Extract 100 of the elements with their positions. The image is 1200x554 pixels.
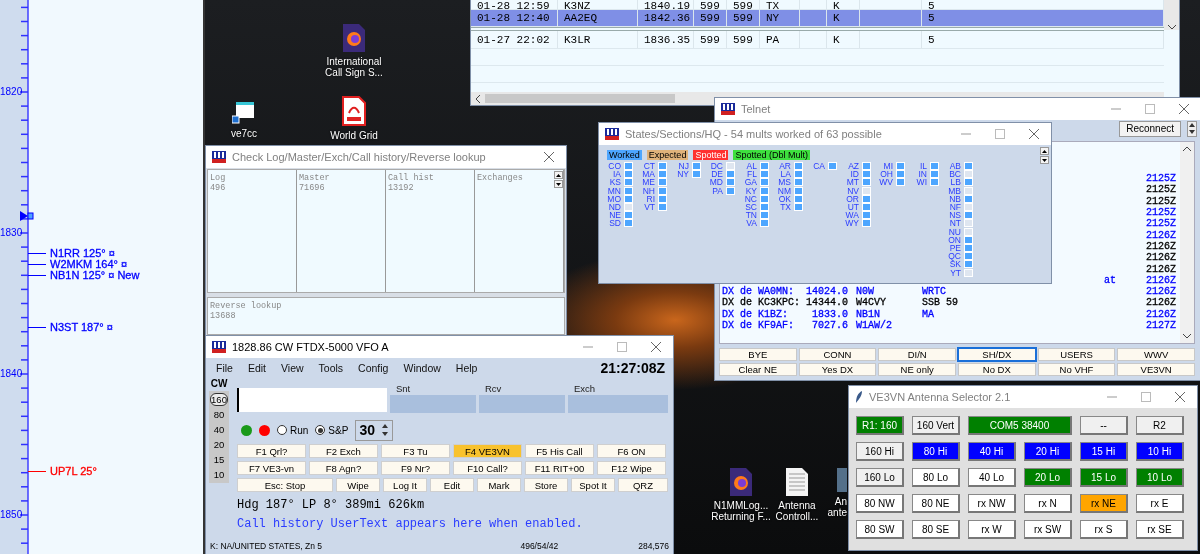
- function-key-button[interactable]: F4 VE3VN: [453, 444, 522, 458]
- desktop-icon-label[interactable]: ve7cc: [230, 128, 258, 139]
- function-key-button[interactable]: F5 His Call: [525, 444, 594, 458]
- spot-label[interactable]: N1RR 125° ¤: [50, 248, 115, 259]
- close-icon[interactable]: [544, 152, 554, 162]
- scrollbar-thumb[interactable]: [485, 94, 675, 103]
- antenna-button[interactable]: 80 NE: [912, 494, 960, 513]
- scroll-up-icon[interactable]: [1183, 146, 1191, 151]
- antenna-button[interactable]: rx SE: [1136, 520, 1184, 539]
- antenna-button[interactable]: R2: [1136, 416, 1184, 435]
- antenna-button[interactable]: 15 Lo: [1080, 468, 1128, 487]
- menu-item[interactable]: Window: [403, 362, 441, 374]
- function-key-button[interactable]: F7 VE3-vn: [237, 461, 306, 475]
- telnet-button[interactable]: Yes DX: [798, 363, 877, 376]
- desktop-icon-label[interactable]: An ante: [822, 496, 847, 518]
- input-field[interactable]: [568, 395, 668, 413]
- spin-up-icon[interactable]: [1189, 123, 1195, 127]
- function-key-button[interactable]: F2 Exch: [309, 444, 378, 458]
- callsign-field[interactable]: [237, 388, 387, 412]
- antenna-button[interactable]: 40 Hi: [968, 442, 1016, 461]
- band-option[interactable]: 160: [210, 393, 228, 406]
- antenna-button[interactable]: 160 Vert: [912, 416, 960, 435]
- action-button[interactable]: Edit: [430, 478, 474, 492]
- action-button[interactable]: Store: [524, 478, 568, 492]
- action-button[interactable]: QRZ: [618, 478, 668, 492]
- desktop-icon-label[interactable]: N1MMLog... Returning F...: [710, 500, 772, 522]
- scroll-down-icon[interactable]: [1040, 156, 1049, 164]
- antenna-button[interactable]: rx SW: [1024, 520, 1072, 539]
- antenna-button[interactable]: 80 Hi: [912, 442, 960, 461]
- function-key-button[interactable]: F9 Nr?: [381, 461, 450, 475]
- telnet-button[interactable]: Clear NE: [719, 363, 797, 376]
- scroll-down-icon[interactable]: [1183, 334, 1191, 339]
- spinner-control[interactable]: [1187, 120, 1197, 137]
- radio-option[interactable]: Run: [277, 424, 309, 436]
- telnet-button[interactable]: WWV: [1117, 348, 1195, 361]
- antenna-button[interactable]: --: [1080, 416, 1128, 435]
- browser-file-icon[interactable]: [730, 468, 752, 496]
- scroll-left-icon[interactable]: [475, 94, 481, 103]
- spot-label[interactable]: N3ST 187° ¤: [50, 322, 113, 333]
- scroll-up-icon[interactable]: [554, 171, 563, 179]
- antenna-button[interactable]: 80 Lo: [912, 468, 960, 487]
- band-option[interactable]: 15: [210, 453, 228, 466]
- band-option[interactable]: 20: [210, 438, 228, 451]
- function-key-button[interactable]: F6 ON: [597, 444, 666, 458]
- close-icon[interactable]: [1179, 104, 1189, 114]
- radio-option[interactable]: S&P: [315, 424, 349, 436]
- spin-arrows-icon[interactable]: [380, 422, 389, 438]
- scroll-down-icon[interactable]: [554, 180, 563, 188]
- menu-item[interactable]: View: [281, 362, 304, 374]
- band-option[interactable]: 10: [210, 468, 228, 481]
- action-button[interactable]: Esc: Stop: [237, 478, 333, 492]
- antenna-button[interactable]: R1: 160: [856, 416, 904, 435]
- antenna-button[interactable]: rx W: [968, 520, 1016, 539]
- antenna-button[interactable]: 80 SE: [912, 520, 960, 539]
- telnet-button[interactable]: BYE: [719, 348, 797, 361]
- menu-item[interactable]: File: [216, 362, 233, 374]
- menu-item[interactable]: Edit: [247, 362, 266, 374]
- spot-label[interactable]: NB1N 125° ¤ New: [50, 270, 140, 281]
- text-file-icon[interactable]: [786, 468, 808, 496]
- browser-file-icon[interactable]: [343, 24, 365, 52]
- telnet-button[interactable]: DI/N: [878, 348, 956, 361]
- radio-icon[interactable]: [315, 425, 326, 435]
- action-button[interactable]: Log It: [383, 478, 427, 492]
- menu-item[interactable]: Tools: [318, 362, 344, 374]
- spot-label[interactable]: W2MKM 164° ¤: [50, 259, 128, 270]
- action-button[interactable]: Spot It: [571, 478, 615, 492]
- antenna-button[interactable]: rx E: [1136, 494, 1184, 513]
- reconnect-button[interactable]: Reconnect: [1119, 120, 1181, 137]
- antenna-button[interactable]: 80 NW: [856, 494, 904, 513]
- antenna-button[interactable]: COM5 38400: [968, 416, 1072, 435]
- band-option[interactable]: 80: [210, 408, 228, 421]
- telnet-button[interactable]: CONN: [798, 348, 877, 361]
- antenna-button[interactable]: 20 Hi: [1024, 442, 1072, 461]
- pdf-file-icon[interactable]: [342, 96, 366, 126]
- close-icon[interactable]: [1029, 129, 1039, 139]
- antenna-button[interactable]: 80 SW: [856, 520, 904, 539]
- telnet-button[interactable]: No DX: [958, 363, 1036, 376]
- spin-down-icon[interactable]: [1189, 130, 1195, 134]
- function-key-button[interactable]: F12 Wipe: [597, 461, 666, 475]
- menu-item[interactable]: Help: [455, 362, 478, 374]
- antenna-button[interactable]: rx NE: [1080, 494, 1128, 513]
- antenna-button[interactable]: 160 Hi: [856, 442, 904, 461]
- telnet-button[interactable]: NE only: [878, 363, 956, 376]
- antenna-button[interactable]: rx NW: [968, 494, 1016, 513]
- antenna-button[interactable]: 160 Lo: [856, 468, 904, 487]
- action-button[interactable]: Mark: [477, 478, 521, 492]
- radio-icon[interactable]: [277, 425, 287, 435]
- close-icon[interactable]: [1175, 392, 1185, 402]
- scroll-up-icon[interactable]: [1040, 147, 1049, 155]
- telnet-button[interactable]: No VHF: [1037, 363, 1116, 376]
- spot-label[interactable]: UP7L 25°: [50, 466, 97, 477]
- desktop-icon-label[interactable]: Antenna Controll...: [773, 500, 821, 522]
- antenna-button[interactable]: rx S: [1080, 520, 1128, 539]
- shortcut-icon[interactable]: [232, 102, 256, 124]
- scroll-down-icon[interactable]: [1167, 24, 1176, 30]
- telnet-button[interactable]: VE3VN: [1117, 363, 1195, 376]
- antenna-button[interactable]: 15 Hi: [1080, 442, 1128, 461]
- antenna-button[interactable]: 10 Hi: [1136, 442, 1184, 461]
- function-key-button[interactable]: F11 RIT+00: [525, 461, 594, 475]
- input-field[interactable]: [479, 395, 565, 413]
